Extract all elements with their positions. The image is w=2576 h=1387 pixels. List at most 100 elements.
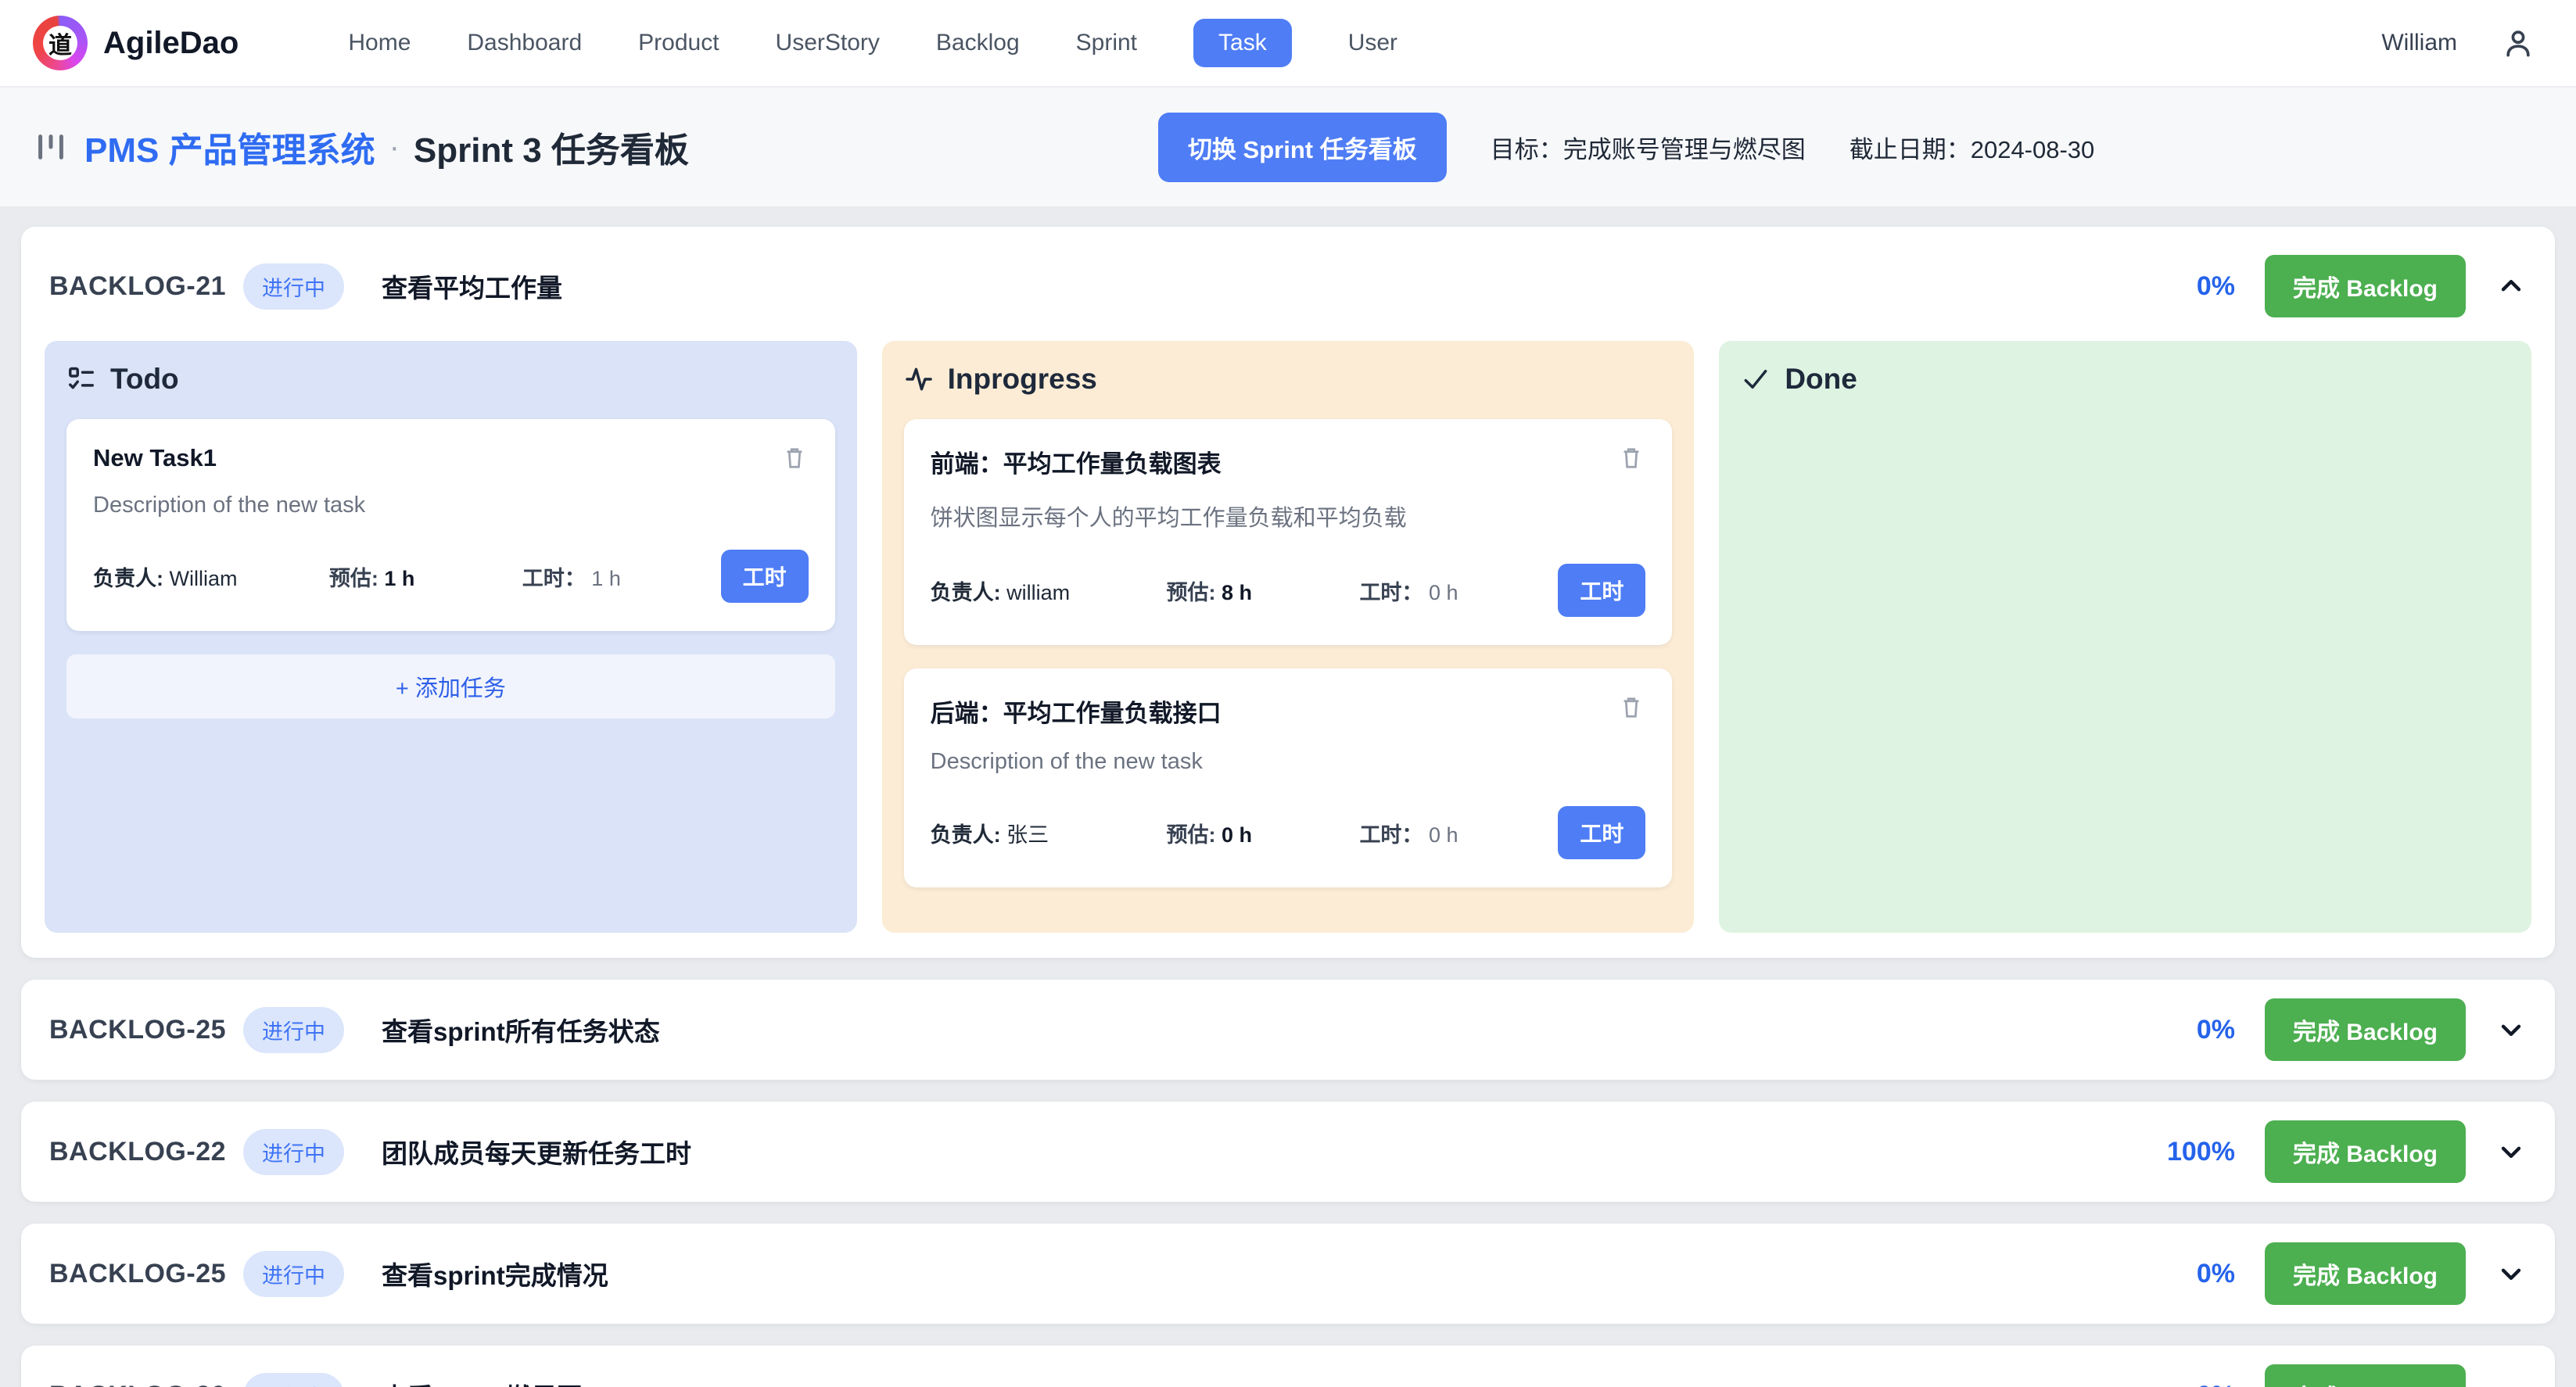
- project-title-link[interactable]: PMS 产品管理系统: [84, 122, 375, 172]
- estimate-field: 预估: 0 h: [1166, 818, 1359, 848]
- kanban-column-todo: Todo New Task1 Description of the new ta…: [45, 341, 857, 933]
- assignee-field: 负责人: william: [931, 575, 1167, 606]
- estimate-value: 1 h: [384, 567, 414, 590]
- activity-icon: [904, 364, 934, 394]
- estimate-value: 8 h: [1222, 581, 1252, 604]
- assignee-value: 张三: [1006, 823, 1049, 847]
- kanban-column-done: Done: [1719, 341, 2531, 933]
- backlog-id: BACKLOG-22: [49, 1137, 226, 1167]
- estimate-field: 预估: 8 h: [1166, 575, 1359, 606]
- progress-percent: 0%: [2197, 271, 2235, 302]
- sprint-goal: 目标：完成账号管理与燃尽图: [1491, 130, 1806, 165]
- backlog-right-group: 0% 完成 Backlog: [2197, 998, 2527, 1061]
- delete-task-icon[interactable]: [1617, 444, 1645, 472]
- assignee-value: william: [1006, 581, 1070, 604]
- assignee-value: William: [170, 567, 238, 590]
- task-title: 后端：平均工作量负载接口: [931, 694, 1222, 729]
- estimate-value: 0 h: [1222, 823, 1252, 847]
- log-hours-button[interactable]: 工时: [721, 550, 809, 603]
- status-badge: 进行中: [243, 1251, 344, 1297]
- checklist-icon: [66, 364, 96, 394]
- nav-item-user[interactable]: User: [1348, 30, 1397, 56]
- nav-item-task-active[interactable]: Task: [1193, 19, 1292, 67]
- kanban-board-icon: [33, 129, 69, 165]
- complete-backlog-button[interactable]: 完成 Backlog: [2265, 998, 2466, 1061]
- chevron-down-icon[interactable]: [2495, 1258, 2527, 1289]
- nav-links: Home Dashboard Product UserStory Backlog…: [348, 19, 1397, 67]
- progress-percent: 100%: [2167, 1137, 2235, 1167]
- task-description: Description of the new task: [931, 749, 1646, 775]
- chevron-down-icon[interactable]: [2495, 1136, 2527, 1167]
- progress-percent: 0%: [2197, 1015, 2235, 1045]
- hours-label: 工时：: [1359, 823, 1423, 847]
- nav-item-product[interactable]: Product: [638, 30, 719, 56]
- current-user-name: William: [2381, 30, 2457, 56]
- nav-item-home[interactable]: Home: [348, 30, 411, 56]
- backlog-21-header: BACKLOG-21 进行中 查看平均工作量 0% 完成 Backlog: [21, 227, 2555, 341]
- task-title: 前端：平均工作量负载图表: [931, 444, 1222, 479]
- kanban-column-inprogress: Inprogress 前端：平均工作量负载图表 饼状图显示每个人的平均工作量负载…: [882, 341, 1695, 933]
- backlog-right-group: 0% 完成 Backlog: [2197, 1364, 2527, 1387]
- nav-item-sprint[interactable]: Sprint: [1076, 30, 1137, 56]
- assignee-field: 负责人: 张三: [931, 818, 1167, 848]
- delete-task-icon[interactable]: [780, 444, 809, 472]
- backlog-card-expanded: BACKLOG-21 进行中 查看平均工作量 0% 完成 Backlog: [21, 227, 2555, 958]
- title-separator: ·: [389, 130, 400, 165]
- add-task-button[interactable]: + 添加任务: [66, 654, 835, 719]
- hours-field: 工时： 0 h: [1359, 575, 1558, 606]
- complete-backlog-button[interactable]: 完成 Backlog: [2265, 1364, 2466, 1387]
- complete-backlog-button[interactable]: 完成 Backlog: [2265, 1242, 2466, 1305]
- chevron-up-icon[interactable]: [2495, 271, 2527, 302]
- done-column-header: Done: [1741, 363, 2510, 396]
- backlog-row-25a[interactable]: BACKLOG-25 进行中 查看sprint所有任务状态 0% 完成 Back…: [21, 980, 2555, 1080]
- app-logo: 道: [33, 16, 88, 70]
- nav-right-group: William: [2381, 26, 2535, 60]
- hours-field: 工时： 1 h: [522, 561, 721, 592]
- chevron-down-icon[interactable]: [2495, 1380, 2527, 1387]
- delete-task-icon[interactable]: [1617, 694, 1645, 722]
- status-badge: 进行中: [243, 263, 344, 310]
- status-badge: 进行中: [243, 1373, 344, 1387]
- nav-item-backlog[interactable]: Backlog: [936, 30, 1020, 56]
- backlog-row-22[interactable]: BACKLOG-22 进行中 团队成员每天更新任务工时 100% 完成 Back…: [21, 1102, 2555, 1202]
- board-header: PMS 产品管理系统 · Sprint 3 任务看板 切换 Sprint 任务看…: [0, 88, 2576, 206]
- backlog-row-25b[interactable]: BACKLOG-25 进行中 查看sprint完成情况 0% 完成 Backlo…: [21, 1224, 2555, 1324]
- chevron-down-icon[interactable]: [2495, 1014, 2527, 1045]
- task-card-todo-1[interactable]: New Task1 Description of the new task 负责…: [66, 419, 835, 631]
- task-card-inprogress-1[interactable]: 前端：平均工作量负载图表 饼状图显示每个人的平均工作量负载和平均负载 负责人: …: [904, 419, 1673, 645]
- complete-backlog-button[interactable]: 完成 Backlog: [2265, 1120, 2466, 1183]
- hours-value: 0 h: [1429, 581, 1458, 604]
- backlog-id: BACKLOG-20: [49, 1381, 226, 1387]
- todo-column-title: Todo: [110, 363, 179, 396]
- nav-item-dashboard[interactable]: Dashboard: [467, 30, 582, 56]
- backlog-title: 查看sprint所有任务状态: [382, 1011, 660, 1048]
- task-description: Description of the new task: [93, 493, 809, 518]
- log-hours-button[interactable]: 工时: [1558, 564, 1645, 617]
- estimate-field: 预估: 1 h: [329, 561, 522, 592]
- user-profile-icon[interactable]: [2501, 26, 2535, 60]
- backlog-row-20[interactable]: BACKLOG-20 进行中 查看sprint燃尽图 0% 完成 Backlog: [21, 1346, 2555, 1387]
- status-badge: 进行中: [243, 1007, 344, 1053]
- sprint-deadline: 截止日期：2024-08-30: [1849, 130, 2095, 165]
- logo-dao-glyph: 道: [43, 26, 77, 60]
- task-card-inprogress-2[interactable]: 后端：平均工作量负载接口 Description of the new task…: [904, 668, 1673, 887]
- hours-value: 1 h: [591, 567, 621, 590]
- nav-item-userstory[interactable]: UserStory: [776, 30, 880, 56]
- page-title: Sprint 3 任务看板: [414, 122, 689, 172]
- backlog-title: 查看sprint完成情况: [382, 1255, 608, 1292]
- switch-sprint-board-button[interactable]: 切换 Sprint 任务看板: [1158, 113, 1447, 182]
- hours-label: 工时：: [1359, 581, 1423, 604]
- log-hours-button[interactable]: 工时: [1558, 806, 1645, 859]
- backlog-id: BACKLOG-21: [49, 271, 226, 302]
- estimate-label: 预估:: [329, 567, 379, 590]
- complete-backlog-button[interactable]: 完成 Backlog: [2265, 255, 2466, 317]
- hours-value: 0 h: [1429, 823, 1458, 847]
- brand-name: AgileDao: [103, 26, 239, 61]
- backlog-right-group: 0% 完成 Backlog: [2197, 255, 2527, 317]
- backlog-title: 查看sprint燃尽图: [382, 1377, 583, 1387]
- backlog-id: BACKLOG-25: [49, 1259, 226, 1289]
- inprogress-column-title: Inprogress: [948, 363, 1097, 396]
- hours-field: 工时： 0 h: [1359, 818, 1558, 848]
- assignee-label: 负责人:: [931, 823, 1001, 847]
- main-content: BACKLOG-21 进行中 查看平均工作量 0% 完成 Backlog: [0, 206, 2576, 1387]
